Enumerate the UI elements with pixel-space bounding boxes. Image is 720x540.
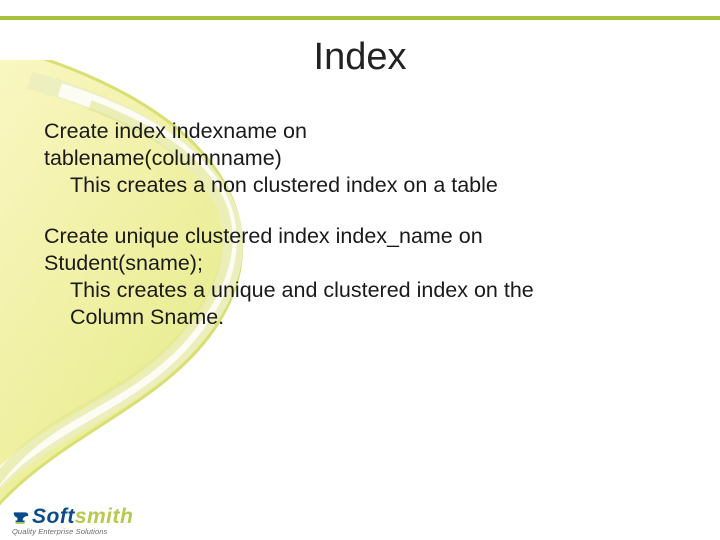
anvil-icon	[12, 507, 30, 525]
top-accent-bar	[0, 16, 720, 20]
description-line: This creates a unique and clustered inde…	[70, 277, 676, 304]
description-line: This creates a non clustered index on a …	[70, 172, 676, 199]
description-line: Column Sname.	[70, 304, 676, 331]
logo-text-1: Soft	[32, 505, 75, 528]
spacer	[44, 199, 676, 223]
code-line: Create index indexname on	[44, 118, 676, 145]
logo-text-2: smith	[75, 505, 134, 528]
code-line: Student(sname);	[44, 250, 676, 277]
company-logo: Softsmith Quality Enterprise Solutions	[12, 505, 133, 536]
code-line: tablename(columnname)	[44, 145, 676, 172]
slide: Index Create index indexname on tablenam…	[0, 0, 720, 540]
code-line: Create unique clustered index index_name…	[44, 223, 676, 250]
slide-body: Create index indexname on tablename(colu…	[44, 118, 676, 332]
slide-title: Index	[0, 36, 720, 79]
logo-name: Softsmith	[12, 505, 133, 529]
